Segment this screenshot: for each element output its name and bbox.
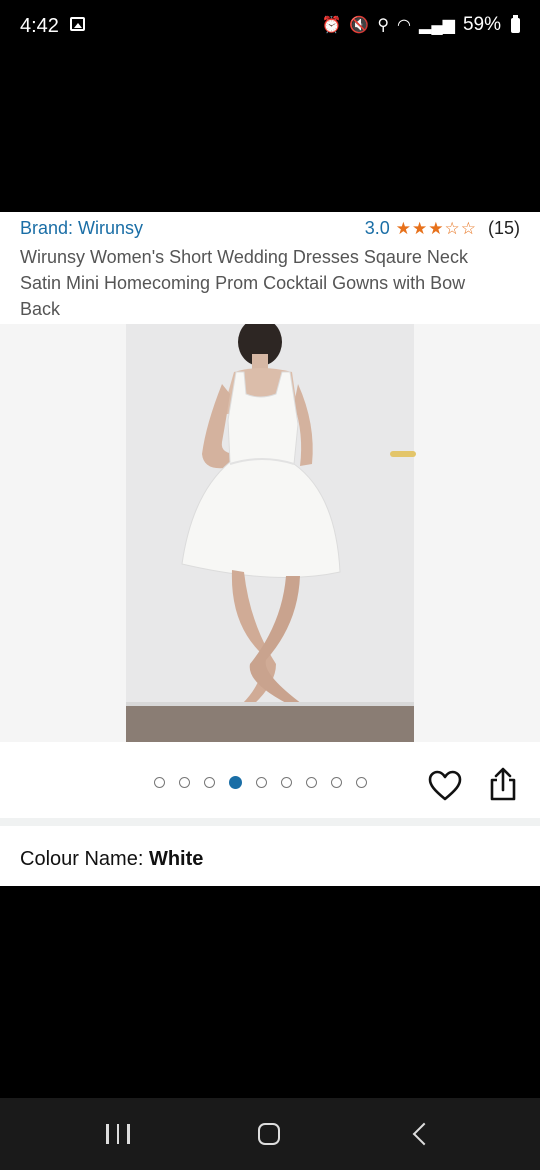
battery-icon xyxy=(511,14,520,33)
star-full-icon: ★ xyxy=(411,218,428,238)
product-title: Wirunsy Women's Short Wedding Dresses Sq… xyxy=(20,247,468,319)
colour-label: Colour Name: xyxy=(20,848,149,870)
review-count: (15) xyxy=(487,218,520,238)
section-divider xyxy=(0,818,540,826)
mute-icon: 🔇 xyxy=(349,17,370,34)
image-gallery[interactable] xyxy=(0,324,540,742)
page-dot[interactable] xyxy=(179,777,190,788)
page-dot[interactable] xyxy=(256,777,267,788)
star-full-icon: ★ xyxy=(395,218,411,238)
star-rating: ★ ★ ★ ☆ ☆ xyxy=(396,219,476,239)
highlight-mark xyxy=(390,451,416,457)
recent-apps-icon[interactable] xyxy=(106,1124,130,1144)
dress-illustration xyxy=(126,324,414,742)
status-icons: ⏰ 🔇 ⚲ ◠ ▂▄▆ 59% xyxy=(321,14,520,36)
brand-link[interactable]: Brand: Wirunsy xyxy=(20,218,143,239)
image-icon xyxy=(70,17,85,31)
page-dot[interactable] xyxy=(331,777,342,788)
page-dot[interactable] xyxy=(306,777,317,788)
location-icon: ⚲ xyxy=(377,17,390,34)
product-card: Brand: Wirunsy 3.0 ★ ★ ★ ☆ ☆ (15) Wiruns… xyxy=(0,212,540,886)
star-empty-icon: ☆ xyxy=(444,218,460,238)
home-icon[interactable] xyxy=(258,1123,280,1145)
star-full-icon: ★ xyxy=(428,218,444,238)
page-dot-active[interactable] xyxy=(229,776,242,789)
wifi-icon: ◠ xyxy=(397,17,412,34)
status-bar: 4:42 ⏰ 🔇 ⚲ ◠ ▂▄▆ 59% xyxy=(0,0,540,52)
brand-rating-row: Brand: Wirunsy 3.0 ★ ★ ★ ☆ ☆ (15) xyxy=(20,218,520,242)
page-dot[interactable] xyxy=(356,777,367,788)
product-image[interactable] xyxy=(126,324,414,742)
battery-percent: 59% xyxy=(462,14,501,35)
page-dot[interactable] xyxy=(204,777,215,788)
colour-name: Colour Name: White xyxy=(20,848,203,871)
pagination-dots[interactable] xyxy=(154,776,367,789)
wishlist-heart-icon[interactable] xyxy=(428,770,462,802)
status-time: 4:42 xyxy=(20,15,59,37)
page-dot[interactable] xyxy=(154,777,165,788)
share-icon[interactable] xyxy=(488,766,518,802)
rating-score: 3.0 xyxy=(364,218,390,238)
colour-value: White xyxy=(148,848,204,870)
gallery-controls xyxy=(0,742,540,828)
page-dot[interactable] xyxy=(281,777,292,788)
alarm-icon: ⏰ xyxy=(321,17,342,34)
rating[interactable]: 3.0 ★ ★ ★ ☆ ☆ (15) xyxy=(365,218,520,239)
star-empty-icon: ☆ xyxy=(460,218,476,238)
signal-icon: ▂▄▆ xyxy=(419,17,455,34)
